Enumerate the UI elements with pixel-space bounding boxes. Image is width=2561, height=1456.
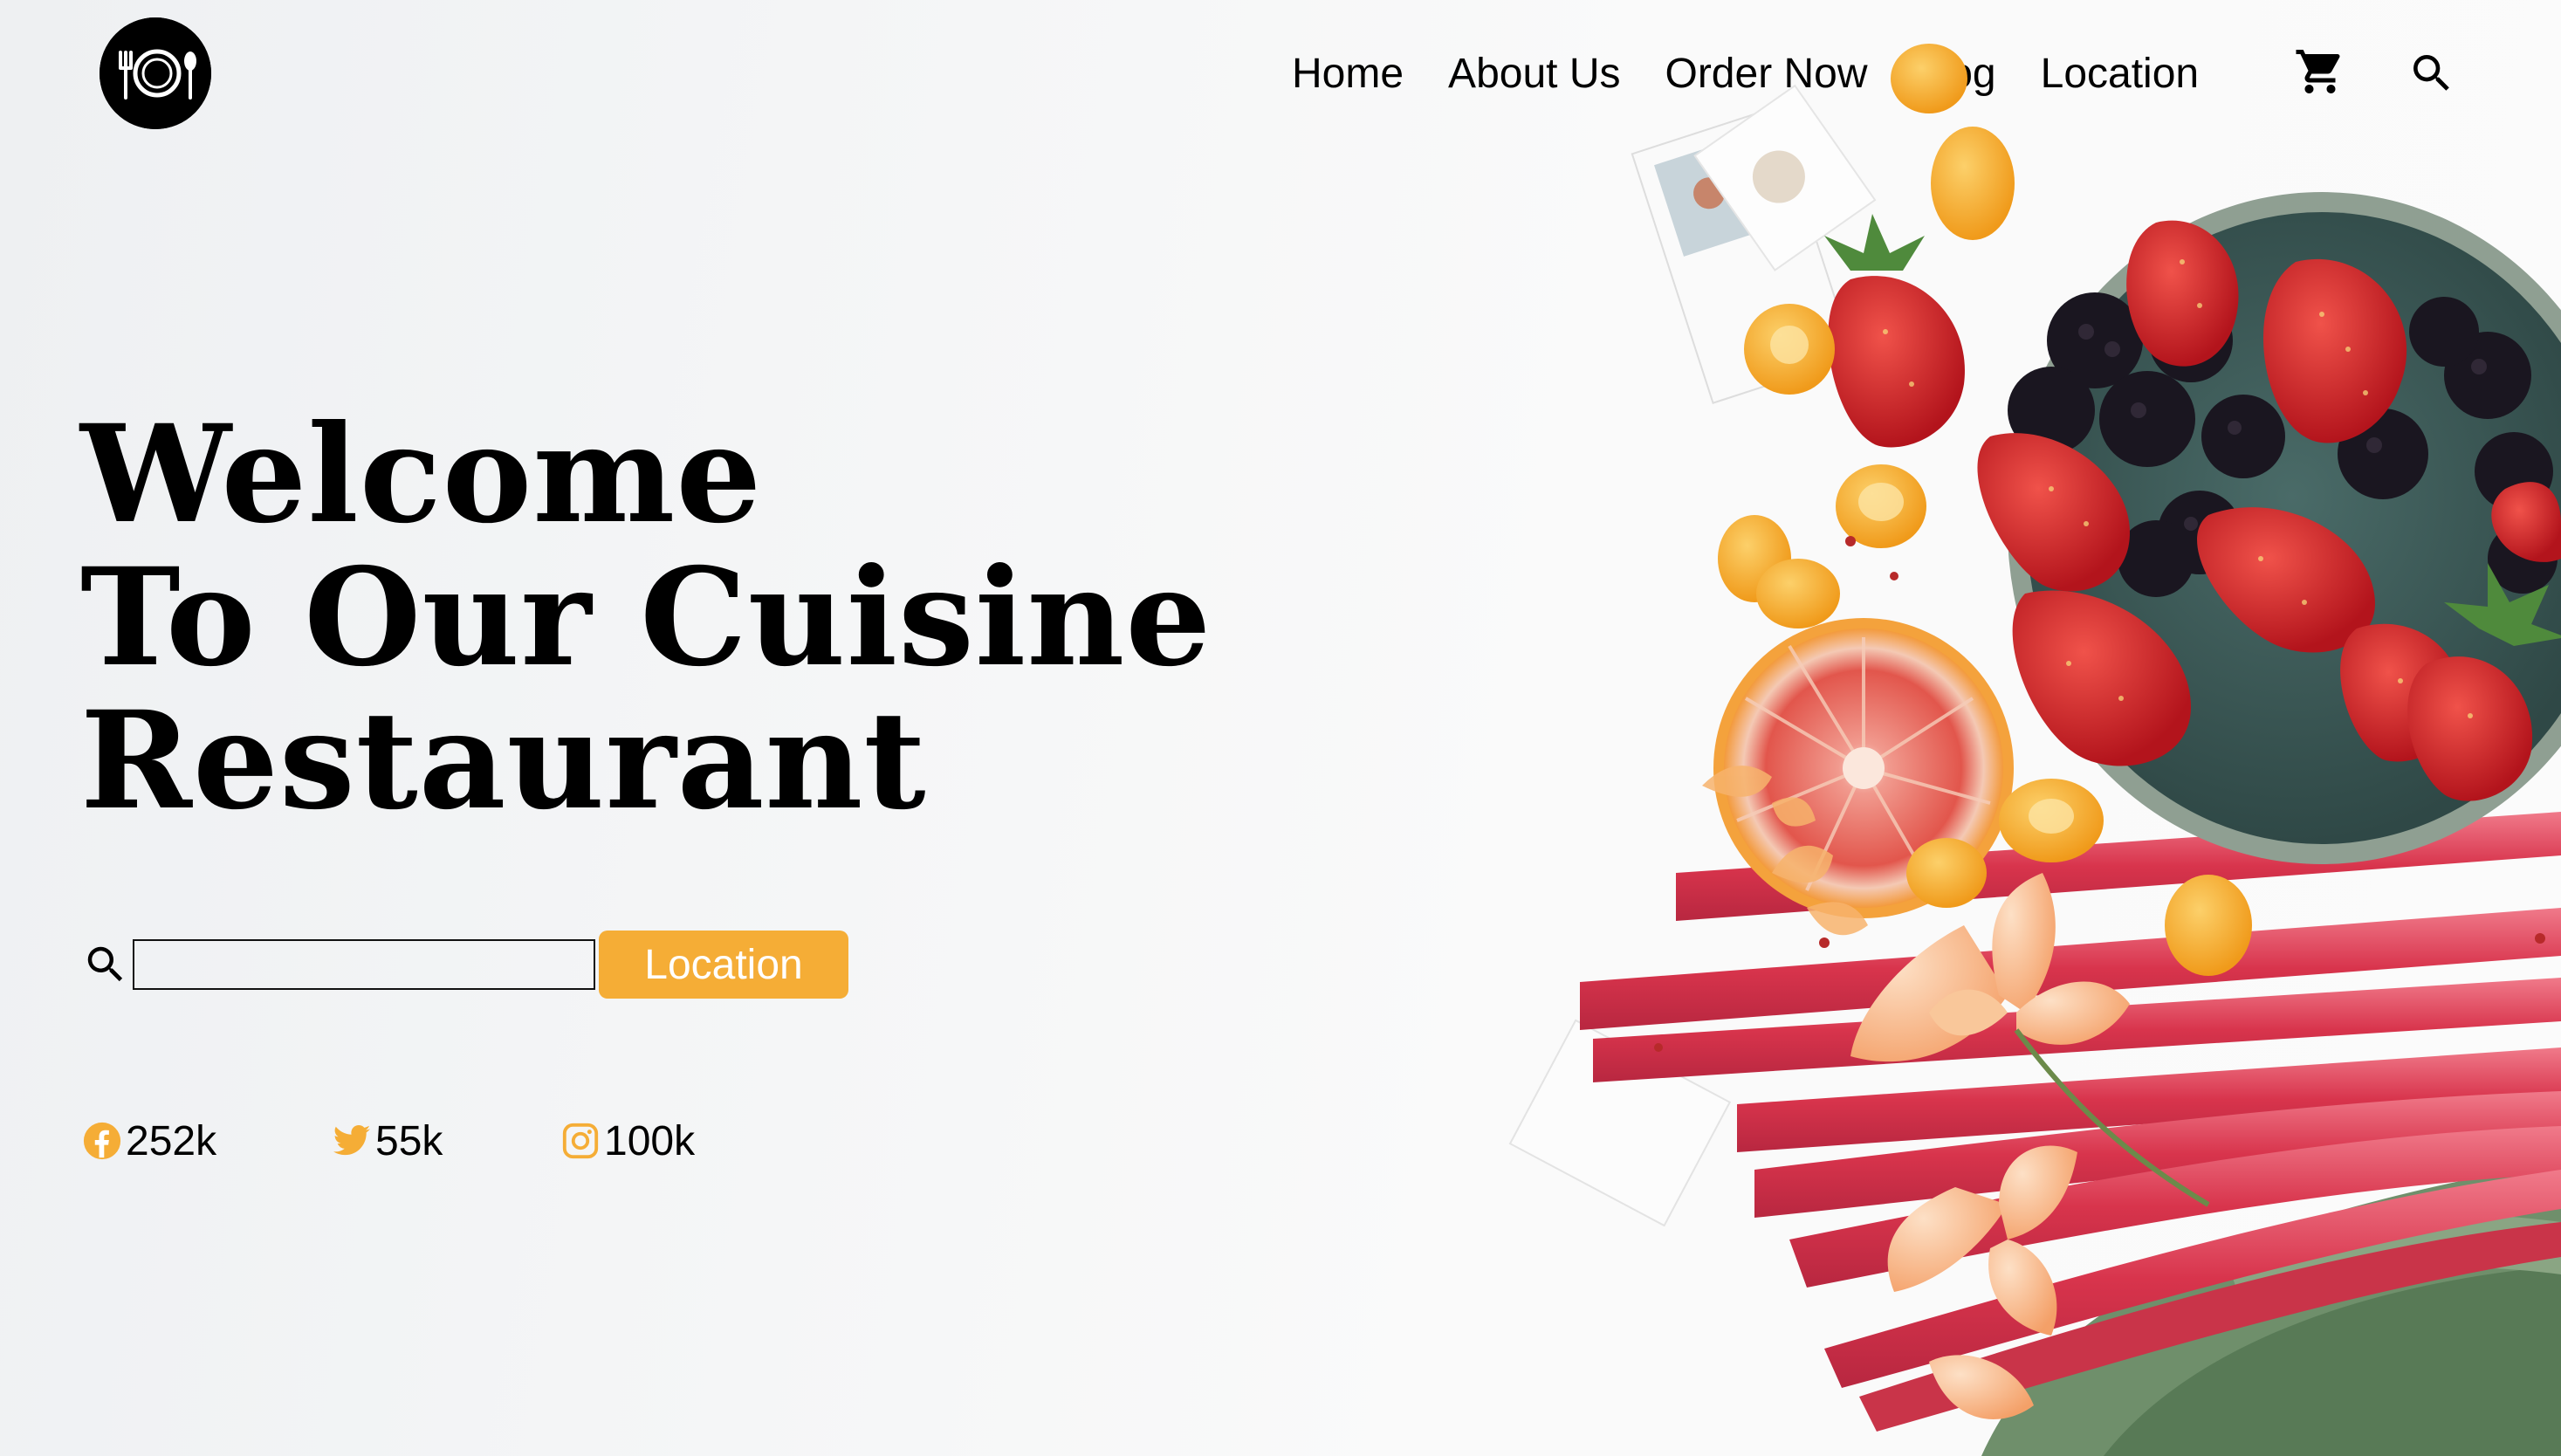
twitter-link[interactable]: 55k [332, 1110, 443, 1171]
landing-page: Home About Us Order Now Blog Location We… [0, 0, 2561, 1456]
plate-fork-spoon-icon[interactable] [100, 17, 211, 129]
facebook-count: 252k [126, 1117, 217, 1164]
hero-title-line: Restaurant [80, 682, 927, 840]
location-search-input[interactable] [133, 939, 595, 990]
hero-title-line: To Our Cuisine [80, 539, 1212, 697]
hero-title-line: Welcome [80, 395, 763, 553]
facebook-link[interactable]: 252k [82, 1110, 216, 1171]
search-icon [82, 941, 129, 988]
twitter-count: 55k [375, 1117, 443, 1164]
facebook-icon [83, 1122, 121, 1160]
location-button[interactable]: Location [599, 931, 848, 999]
food-photo [1508, 44, 2561, 1456]
nav-home[interactable]: Home [1292, 50, 1404, 98]
instagram-count: 100k [604, 1117, 696, 1164]
instagram-icon [562, 1123, 599, 1159]
twitter-icon [333, 1125, 371, 1156]
location-search: Location [82, 931, 848, 999]
hero-title: Welcome To Our Cuisine Restaurant [80, 403, 1212, 833]
instagram-link[interactable]: 100k [560, 1110, 695, 1171]
